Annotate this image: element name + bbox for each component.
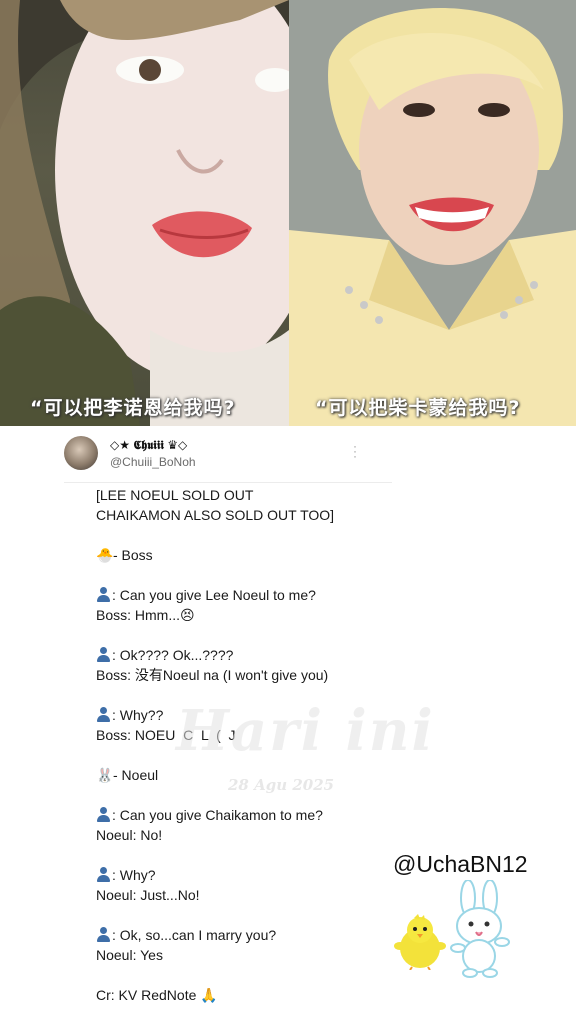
video-frame: “可以把李诺恩给我吗? “可以把柴卡蒙给我吗? xyxy=(0,0,576,426)
tweet-line: 🐣- Boss xyxy=(96,545,416,565)
watermark-date: 28 Agu 2025 xyxy=(228,776,335,794)
person-icon xyxy=(96,927,111,942)
person-icon xyxy=(96,707,111,722)
line-text: : Can you give Chaikamon to me? xyxy=(112,807,323,823)
tweet-line: Boss: 没有Noeul na (I won't give you) xyxy=(96,665,416,685)
person-icon xyxy=(96,807,111,822)
rabbit-icon xyxy=(450,880,510,978)
photo-right: “可以把柴卡蒙给我吗? xyxy=(289,0,576,426)
person-icon xyxy=(96,867,111,882)
chick-icon: 🐣 xyxy=(96,547,114,563)
display-name[interactable]: ◇★ 𝕮𝖍𝖚𝖎𝖎𝖎 ♛◇ xyxy=(110,438,187,453)
caption-right: “可以把柴卡蒙给我吗? xyxy=(315,397,521,419)
line-text: Noeul: Just...No! xyxy=(96,887,200,903)
watermark: Hari ini xyxy=(176,698,435,764)
line-text: Boss: Hmm...😣 xyxy=(96,607,195,623)
credit-handle: @UchaBN12 xyxy=(393,851,528,877)
tweet-line: : Can you give Chaikamon to me? xyxy=(96,805,416,825)
tweet-line: Noeul: No! xyxy=(96,825,416,845)
more-icon[interactable]: · · · xyxy=(353,440,357,462)
tweet-line: : Ok, so...can I marry you? xyxy=(96,925,416,945)
line-text: [LEE NOEUL SOLD OUT xyxy=(96,487,254,503)
tweet-line: : Can you give Lee Noeul to me? xyxy=(96,585,416,605)
line-text: : Why?? xyxy=(112,707,164,723)
avatar[interactable] xyxy=(64,436,98,470)
line-text: - Boss xyxy=(113,547,153,563)
tweet-line: : Why? xyxy=(96,865,416,885)
rabbit-icon: 🐰 xyxy=(96,767,114,783)
line-text: Noeul: No! xyxy=(96,827,163,843)
line-text: CHAIKAMON ALSO SOLD OUT TOO] xyxy=(96,507,335,523)
photo-left: “可以把李诺恩给我吗? xyxy=(0,0,289,426)
tweet-line: Noeul: Yes xyxy=(96,945,416,965)
line-text: : Ok, so...can I marry you? xyxy=(112,927,277,943)
divider xyxy=(64,482,392,483)
tweet-line: Boss: Hmm...😣 xyxy=(96,605,416,625)
user-handle[interactable]: @Chuiii_BoNoh xyxy=(110,455,196,469)
tweet-line: Cr: KV RedNote 🙏 xyxy=(96,985,416,1005)
person-icon xyxy=(96,587,111,602)
tweet-line: [LEE NOEUL SOLD OUT xyxy=(96,485,416,505)
line-text: - Noeul xyxy=(113,767,159,783)
tweet-line: CHAIKAMON ALSO SOLD OUT TOO] xyxy=(96,505,416,525)
tweet-line: Noeul: Just...No! xyxy=(96,885,416,905)
line-text: : Can you give Lee Noeul to me? xyxy=(112,587,316,603)
tweet-line: : Ok???? Ok...???? xyxy=(96,645,416,665)
line-text: Noeul: Yes xyxy=(96,947,163,963)
line-text: Boss: 没有Noeul na (I won't give you) xyxy=(96,667,329,683)
portrait-right xyxy=(289,0,576,426)
line-text: Cr: KV RedNote 🙏 xyxy=(96,987,218,1003)
person-icon xyxy=(96,647,111,662)
line-text: : Ok???? Ok...???? xyxy=(112,647,234,663)
chick-icon xyxy=(394,914,446,970)
line-text: : Why? xyxy=(112,867,156,883)
portrait-left xyxy=(0,0,289,426)
caption-left: “可以把李诺恩给我吗? xyxy=(30,397,236,419)
